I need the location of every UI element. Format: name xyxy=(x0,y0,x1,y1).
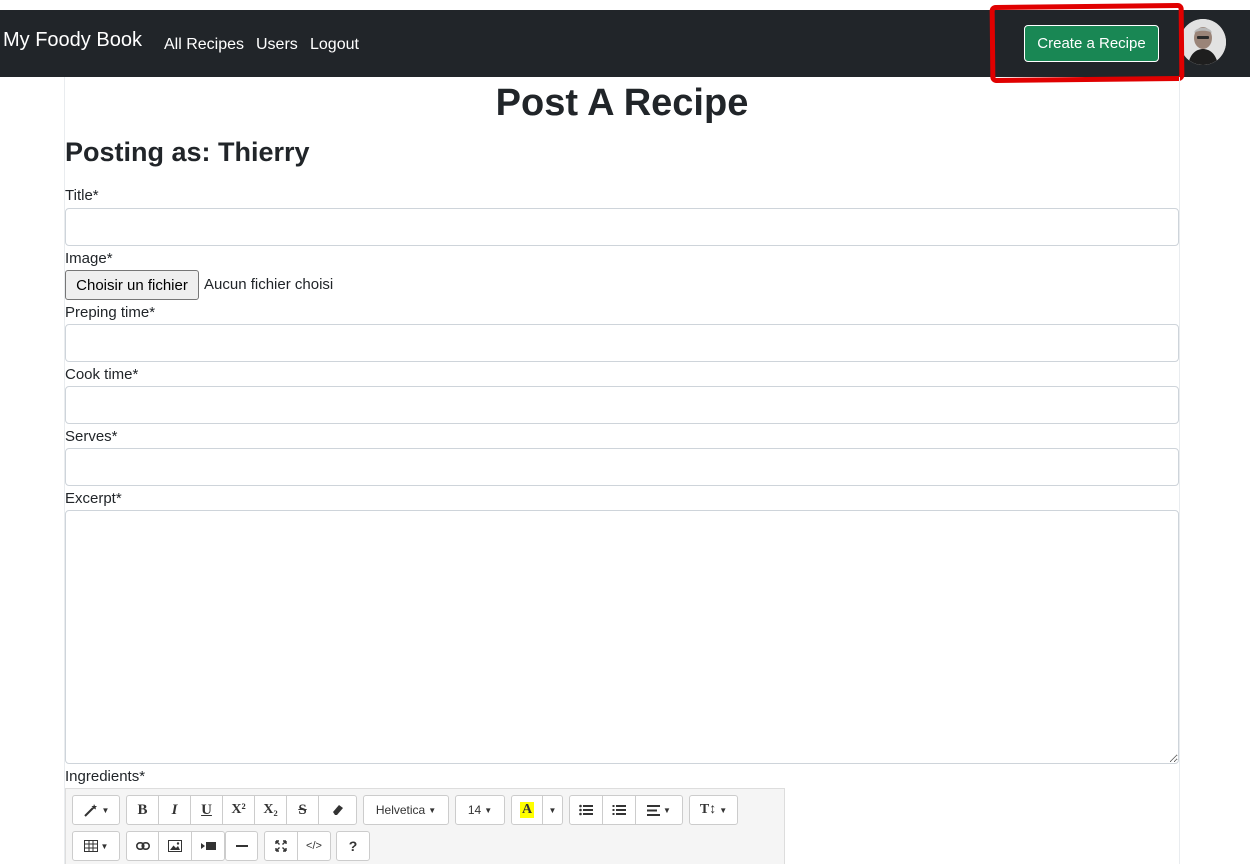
caret-down-icon: ▼ xyxy=(428,805,437,815)
title-label: Title* xyxy=(65,187,99,204)
avatar[interactable] xyxy=(1180,19,1226,65)
color-swatch-letter: A xyxy=(519,802,535,818)
insert-link-button[interactable] xyxy=(126,831,159,861)
text-color-button[interactable]: A xyxy=(511,795,543,825)
picture-icon xyxy=(168,840,182,852)
nav-link-users[interactable]: Users xyxy=(256,36,298,54)
navbar: My Foody Book All Recipes Users Logout C… xyxy=(0,10,1250,77)
cook-time-label: Cook time* xyxy=(65,366,139,383)
horizontal-rule-button[interactable] xyxy=(225,831,258,861)
brand-logo[interactable]: My Foody Book xyxy=(3,29,142,52)
posting-as-heading: Posting as: Thierry xyxy=(65,137,310,167)
create-recipe-button[interactable]: Create a Recipe xyxy=(1024,25,1159,62)
ingredients-editor: ▼ B I U X² X₂ S Helvetica ▼ 14 ▼ A ▼ ▼ T… xyxy=(65,788,785,864)
prep-time-input[interactable] xyxy=(65,324,1179,362)
font-family-dropdown[interactable]: Helvetica ▼ xyxy=(363,795,449,825)
excerpt-textarea[interactable] xyxy=(65,510,1179,764)
nav-link-all-recipes[interactable]: All Recipes xyxy=(164,36,244,54)
excerpt-label: Excerpt* xyxy=(65,490,122,507)
caret-down-icon: ▼ xyxy=(548,805,557,815)
prep-time-label: Preping time* xyxy=(65,304,156,321)
insert-picture-button[interactable] xyxy=(158,831,192,861)
caret-down-icon: ▼ xyxy=(484,805,493,815)
nav-link-logout[interactable]: Logout xyxy=(310,36,359,54)
choose-file-button[interactable]: Choisir un fichier xyxy=(65,270,199,300)
clear-format-button[interactable] xyxy=(318,795,357,825)
caret-down-icon: ▼ xyxy=(719,805,728,815)
line-height-label: T↕ xyxy=(699,802,717,817)
font-family-value: Helvetica xyxy=(375,803,426,817)
eraser-icon xyxy=(332,805,343,815)
text-color-dropdown[interactable]: ▼ xyxy=(542,795,563,825)
ingredients-label: Ingredients* xyxy=(65,768,146,785)
caret-down-icon: ▼ xyxy=(663,805,671,815)
page-title: Post A Recipe xyxy=(495,82,749,124)
superscript-button[interactable]: X² xyxy=(222,795,255,825)
caret-down-icon: ▼ xyxy=(100,841,109,851)
horizontal-rule-icon xyxy=(235,845,248,847)
magic-wand-icon xyxy=(83,804,97,817)
table-dropdown-button[interactable]: ▼ xyxy=(72,831,120,861)
strikethrough-button[interactable]: S xyxy=(286,795,319,825)
container-border-right xyxy=(1179,77,1180,864)
font-size-dropdown[interactable]: 14 ▼ xyxy=(455,795,505,825)
align-icon xyxy=(647,804,661,816)
unordered-list-icon xyxy=(579,804,593,816)
fullscreen-button[interactable] xyxy=(264,831,298,861)
ordered-list-button[interactable] xyxy=(602,795,636,825)
caret-down-icon: ▼ xyxy=(101,805,110,815)
image-label: Image* xyxy=(65,250,113,267)
style-dropdown-button[interactable]: ▼ xyxy=(72,795,120,825)
unordered-list-button[interactable] xyxy=(569,795,603,825)
subscript-button[interactable]: X₂ xyxy=(254,795,287,825)
title-input[interactable] xyxy=(65,208,1179,246)
line-height-dropdown[interactable]: T↕ ▼ xyxy=(689,795,738,825)
italic-button[interactable]: I xyxy=(158,795,191,825)
user-portrait-icon xyxy=(1180,19,1226,65)
font-size-value: 14 xyxy=(467,803,482,817)
underline-button[interactable]: U xyxy=(190,795,223,825)
ordered-list-icon xyxy=(612,805,626,815)
link-icon xyxy=(135,842,150,850)
serves-label: Serves* xyxy=(65,428,118,445)
bold-button[interactable]: B xyxy=(126,795,159,825)
video-icon xyxy=(200,842,216,850)
code-view-button[interactable]: </> xyxy=(297,831,331,861)
serves-input[interactable] xyxy=(65,448,1179,486)
top-strip xyxy=(0,0,1250,10)
file-status-text: Aucun fichier choisi xyxy=(204,276,334,293)
fullscreen-icon xyxy=(275,840,287,852)
paragraph-align-dropdown[interactable]: ▼ xyxy=(635,795,683,825)
table-icon xyxy=(83,840,98,852)
cook-time-input[interactable] xyxy=(65,386,1179,424)
insert-video-button[interactable] xyxy=(191,831,225,861)
help-button[interactable]: ? xyxy=(336,831,370,861)
